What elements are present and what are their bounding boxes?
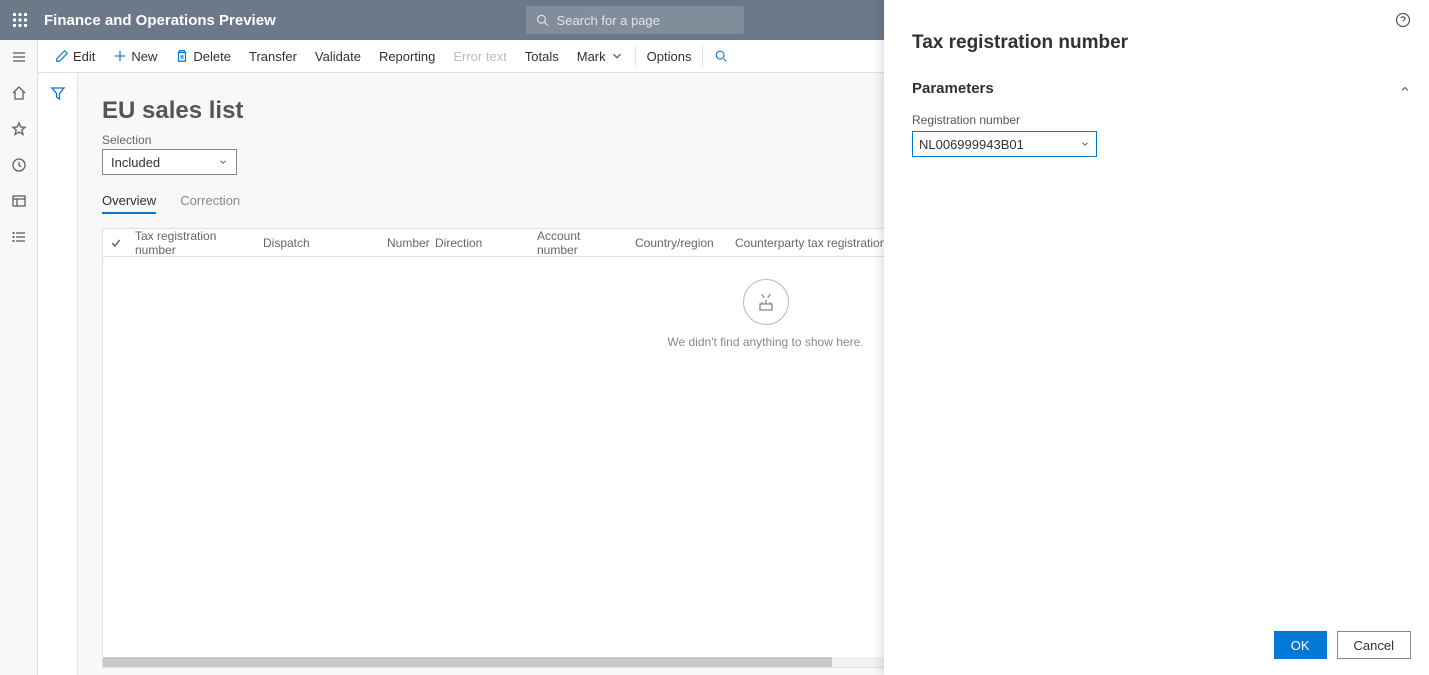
empty-text: We didn't find anything to show here.: [667, 335, 863, 349]
global-search-input[interactable]: [557, 13, 734, 28]
reporting-button[interactable]: Reporting: [370, 40, 444, 72]
parameters-label: Parameters: [912, 80, 994, 97]
registration-number-dropdown[interactable]: NL006999943B01: [912, 131, 1097, 157]
transfer-label: Transfer: [249, 49, 297, 64]
error-text-label: Error text: [453, 49, 506, 64]
search-icon: [714, 49, 728, 63]
home-icon: [11, 85, 27, 101]
tab-overview[interactable]: Overview: [102, 193, 156, 214]
help-button[interactable]: [1395, 12, 1411, 28]
plant-icon: [754, 290, 778, 314]
workspace-icon: [11, 193, 27, 209]
registration-number-label: Registration number: [912, 113, 1411, 127]
tab-correction[interactable]: Correction: [180, 193, 240, 214]
col-number[interactable]: Number: [381, 236, 429, 250]
workspaces-button[interactable]: [10, 192, 28, 210]
dialog-title: Tax registration number: [912, 32, 1411, 54]
search-icon: [536, 13, 549, 27]
chevron-down-icon: [218, 157, 228, 167]
empty-illustration: [743, 279, 789, 325]
reporting-label: Reporting: [379, 49, 435, 64]
favorites-button[interactable]: [10, 120, 28, 138]
mark-button[interactable]: Mark: [568, 40, 633, 72]
help-icon: [1395, 12, 1411, 28]
chevron-down-icon: [610, 49, 624, 63]
col-tax-registration[interactable]: Tax registration number: [129, 229, 257, 257]
delete-label: Delete: [193, 49, 231, 64]
transfer-button[interactable]: Transfer: [240, 40, 306, 72]
ok-button[interactable]: OK: [1274, 631, 1327, 659]
modules-button[interactable]: [10, 228, 28, 246]
filter-rail: [38, 73, 78, 675]
chevron-up-icon: [1399, 83, 1411, 95]
filter-icon: [50, 85, 66, 101]
toolbar-separator: [635, 46, 636, 66]
new-label: New: [131, 49, 157, 64]
global-search[interactable]: [526, 6, 744, 34]
hamburger-icon: [11, 49, 27, 65]
toolbar-separator: [702, 46, 703, 66]
delete-button[interactable]: Delete: [166, 40, 240, 72]
recent-button[interactable]: [10, 156, 28, 174]
edit-icon: [55, 49, 69, 63]
nav-rail: [0, 40, 38, 675]
check-icon: [110, 237, 122, 249]
error-text-button: Error text: [444, 40, 515, 72]
options-label: Options: [647, 49, 692, 64]
app-launcher-button[interactable]: [0, 0, 40, 40]
col-account[interactable]: Account number: [531, 229, 629, 257]
home-button[interactable]: [10, 84, 28, 102]
totals-label: Totals: [525, 49, 559, 64]
scrollbar-thumb[interactable]: [103, 657, 832, 667]
parameters-section-header[interactable]: Parameters: [912, 80, 1411, 97]
clock-icon: [11, 157, 27, 173]
validate-label: Validate: [315, 49, 361, 64]
chevron-down-icon: [1080, 139, 1090, 149]
dialog-panel: Tax registration number Parameters Regis…: [884, 0, 1429, 675]
star-icon: [11, 121, 27, 137]
selection-dropdown[interactable]: Included: [102, 149, 237, 175]
options-button[interactable]: Options: [638, 40, 701, 72]
plus-icon: [113, 49, 127, 63]
trash-icon: [175, 49, 189, 63]
list-icon: [11, 229, 27, 245]
select-all-checkbox[interactable]: [103, 237, 129, 249]
registration-number-value: NL006999943B01: [919, 137, 1024, 152]
col-dispatch[interactable]: Dispatch: [257, 236, 381, 250]
find-button[interactable]: [705, 40, 737, 72]
totals-button[interactable]: Totals: [516, 40, 568, 72]
hamburger-button[interactable]: [10, 48, 28, 66]
selection-value: Included: [111, 155, 160, 170]
edit-button[interactable]: Edit: [46, 40, 104, 72]
new-button[interactable]: New: [104, 40, 166, 72]
filter-button[interactable]: [50, 85, 66, 104]
waffle-icon: [12, 12, 28, 28]
col-direction[interactable]: Direction: [429, 236, 531, 250]
col-country[interactable]: Country/region: [629, 236, 729, 250]
cancel-button[interactable]: Cancel: [1337, 631, 1411, 659]
mark-label: Mark: [577, 49, 606, 64]
validate-button[interactable]: Validate: [306, 40, 370, 72]
edit-label: Edit: [73, 49, 95, 64]
app-title: Finance and Operations Preview: [44, 12, 276, 29]
